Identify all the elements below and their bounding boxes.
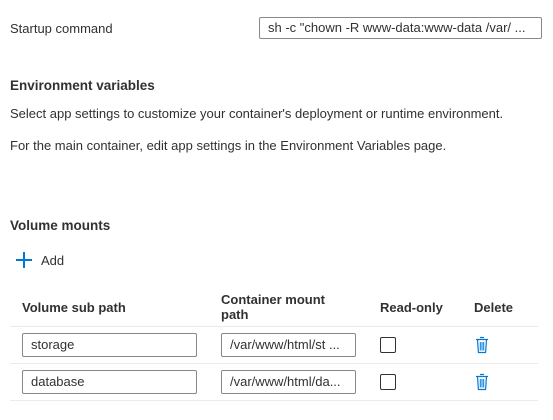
startup-command-label: Startup command — [10, 21, 113, 36]
startup-command-input[interactable]: sh -c "chown -R www-data:www-data /var/ … — [259, 17, 542, 39]
container-settings: Startup command sh -c "chown -R www-data… — [0, 0, 553, 420]
col-header-delete: Delete — [462, 288, 538, 327]
trash-icon[interactable] — [474, 336, 490, 354]
add-label: Add — [41, 252, 65, 268]
env-variables-note: For the main container, edit app setting… — [10, 138, 447, 153]
col-header-mount-path: Container mount path — [209, 288, 368, 327]
volume-mounts-table: Volume sub path Container mount path Rea… — [10, 288, 538, 401]
env-variables-description: Select app settings to customize your co… — [10, 106, 504, 121]
table-row: storage /var/www/html/st ... — [10, 326, 538, 364]
trash-icon[interactable] — [474, 373, 490, 391]
read-only-checkbox[interactable] — [380, 337, 396, 353]
col-header-sub-path: Volume sub path — [10, 288, 209, 327]
col-header-read-only: Read-only — [368, 288, 462, 327]
read-only-checkbox[interactable] — [380, 374, 396, 390]
table-row: database /var/www/html/da... — [10, 363, 538, 401]
plus-icon — [16, 252, 32, 268]
add-volume-button[interactable]: Add — [16, 252, 64, 268]
env-variables-title: Environment variables — [10, 78, 155, 93]
volume-mounts-title: Volume mounts — [10, 218, 111, 233]
sub-path-input[interactable]: database — [22, 370, 197, 394]
table-header-row: Volume sub path Container mount path Rea… — [10, 288, 538, 327]
mount-path-input[interactable]: /var/www/html/st ... — [221, 333, 356, 357]
sub-path-input[interactable]: storage — [22, 333, 197, 357]
mount-path-input[interactable]: /var/www/html/da... — [221, 370, 356, 394]
